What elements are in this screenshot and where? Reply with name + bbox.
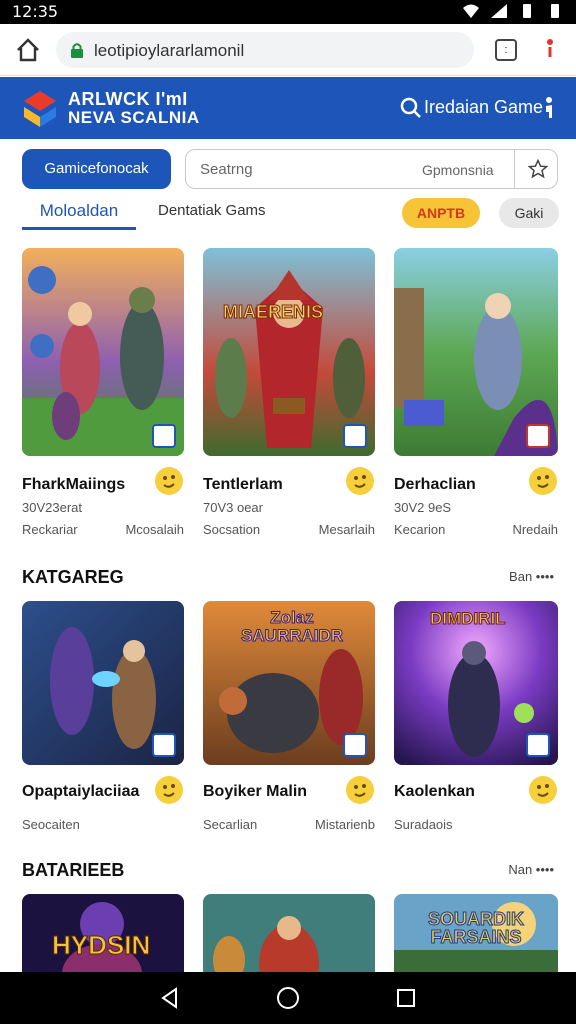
game-genre: Reckariar [22,522,78,537]
verified-badge-icon [343,733,367,757]
star-icon[interactable] [528,159,548,179]
home-icon[interactable] [14,36,42,64]
tab-bar: Moloaldan Dentatiak Gams ANPTB Gaki [22,196,559,232]
battery-icon-2 [551,4,559,18]
game-artwork[interactable] [22,601,184,765]
game-artwork[interactable]: HYDSIN [22,894,184,974]
section-more-link[interactable]: Nan •••• [508,862,554,877]
game-category-button[interactable]: Gamicefonocak [22,149,171,189]
game-title[interactable]: Kaolenkan [394,783,475,801]
game-art-title: SOUARDIK FARSAINS [427,909,524,947]
game-genre: Socsation [203,522,261,537]
game-card[interactable]: MIAERENIS Tentlerlam 70V3 oear Socsation… [203,248,375,548]
game-title[interactable]: Boyiker Malin [203,783,307,801]
game-publisher: Nredaih [512,522,558,537]
address-bar[interactable]: leotipioylararlamonil [56,32,474,68]
verified-badge-icon [152,424,176,448]
search-placeholder: Seatrng [200,161,253,178]
game-publisher: Mistarienb [315,817,375,832]
tab-featured[interactable]: Moloaldan [22,196,136,230]
browser-toolbar: leotipioylararlamonil : [0,24,576,76]
smiley-icon[interactable] [528,466,558,496]
game-art-title: MIAERENIS [222,302,324,323]
search-field[interactable]: Seatrng Gpmonsnia [185,149,558,189]
game-card[interactable]: DIMDIRIL Kaolenkan Suradaois [394,601,558,841]
game-artwork[interactable] [394,248,558,456]
brand-name-line1: ARLWCK I'mI [68,89,188,109]
tab-switcher-button[interactable]: : [495,39,517,61]
game-artwork[interactable]: SOUARDIK FARSAINS [394,894,558,974]
game-title[interactable]: Tentlerlam [203,476,283,494]
wifi-icon [463,4,479,18]
game-publisher: Mcosalaih [125,522,184,537]
verified-badge-icon [152,733,176,757]
verified-badge-icon [526,424,550,448]
filter-chip-hot[interactable]: ANPTB [402,198,480,228]
brand-name-line2: NEVA SCALNIA [68,108,200,127]
game-subtitle: 70V3 oear [203,500,263,515]
game-artwork[interactable]: Zolaz SAURRAIDR [203,601,375,765]
site-logo[interactable] [20,87,60,129]
cellular-icon [491,4,507,18]
game-genre: Secarlian [203,817,258,832]
tab-other-games[interactable]: Dentatiak Gams [158,196,266,226]
game-art-title: HYDSIN [51,930,151,961]
game-publisher: Mesarlaih [318,522,375,537]
smiley-icon[interactable] [154,466,184,496]
smiley-icon[interactable] [528,775,558,805]
section-more-link[interactable]: Ban •••• [509,569,554,584]
game-subtitle: 30V23erat [22,500,82,515]
section-title: BATARIEEB [22,860,125,880]
game-title[interactable]: FharkMaiings [22,476,125,494]
game-genre: Kecarion [394,522,446,537]
search-category-select[interactable]: Gpmonsnia [422,162,494,178]
site-header: ARLWCK I'mI NEVA SCALNIA Iredaian Game [0,77,576,139]
game-title[interactable]: Opaptaiylaciiaa [22,783,139,801]
search-icon[interactable] [400,97,422,119]
game-card[interactable] [203,894,375,974]
system-navigation-bar [0,972,576,1024]
home-nav-icon[interactable] [276,986,300,1010]
game-art-title: DIMDIRIL [430,609,507,629]
game-genre: Suradaois [394,817,453,832]
game-card[interactable]: Derhaclian 30V2 9eS Kecarion Nredaih [394,248,558,548]
status-bar: 12:35 [0,0,576,24]
game-art-title: Zolaz SAURRAIDR [241,608,344,645]
battery-icon [523,4,531,18]
search-divider [514,150,515,188]
smiley-icon[interactable] [345,775,375,805]
game-card[interactable]: HYDSIN [22,894,184,974]
section-title: KATGAREG [22,567,124,587]
filter-chip-games[interactable]: Gaki [499,198,559,228]
verified-badge-icon [343,424,367,448]
game-subtitle: 30V2 9eS [394,500,452,515]
status-icons [462,3,564,19]
game-card[interactable]: Zolaz SAURRAIDR Boyiker Malin Secarlian … [203,601,375,841]
filter-bar: Gamicefonocak Seatrng Gpmonsnia [22,149,558,189]
game-card[interactable]: SOUARDIK FARSAINS [394,894,558,974]
game-artwork[interactable] [22,248,184,456]
header-search-link[interactable]: Iredaian Game [424,97,543,118]
game-artwork[interactable]: DIMDIRIL [394,601,558,765]
recent-apps-icon[interactable] [394,986,418,1010]
game-artwork[interactable]: MIAERENIS [203,248,375,456]
game-genre: Seocaiten [22,817,80,832]
game-card[interactable]: FharkMaiings 30V23erat Reckariar Mcosala… [22,248,184,548]
overflow-menu-icon[interactable] [540,36,560,64]
smiley-icon[interactable] [345,466,375,496]
verified-badge-icon [526,733,550,757]
game-card[interactable]: Opaptaiylaciiaa Seocaiten [22,601,184,841]
back-icon[interactable] [158,986,182,1010]
url-text: leotipioylararlamonil [94,41,245,60]
lock-icon [71,43,83,58]
game-artwork[interactable] [203,894,375,974]
game-title[interactable]: Derhaclian [394,476,476,494]
status-time: 12:35 [12,2,59,21]
user-icon[interactable] [540,96,556,120]
smiley-icon[interactable] [154,775,184,805]
